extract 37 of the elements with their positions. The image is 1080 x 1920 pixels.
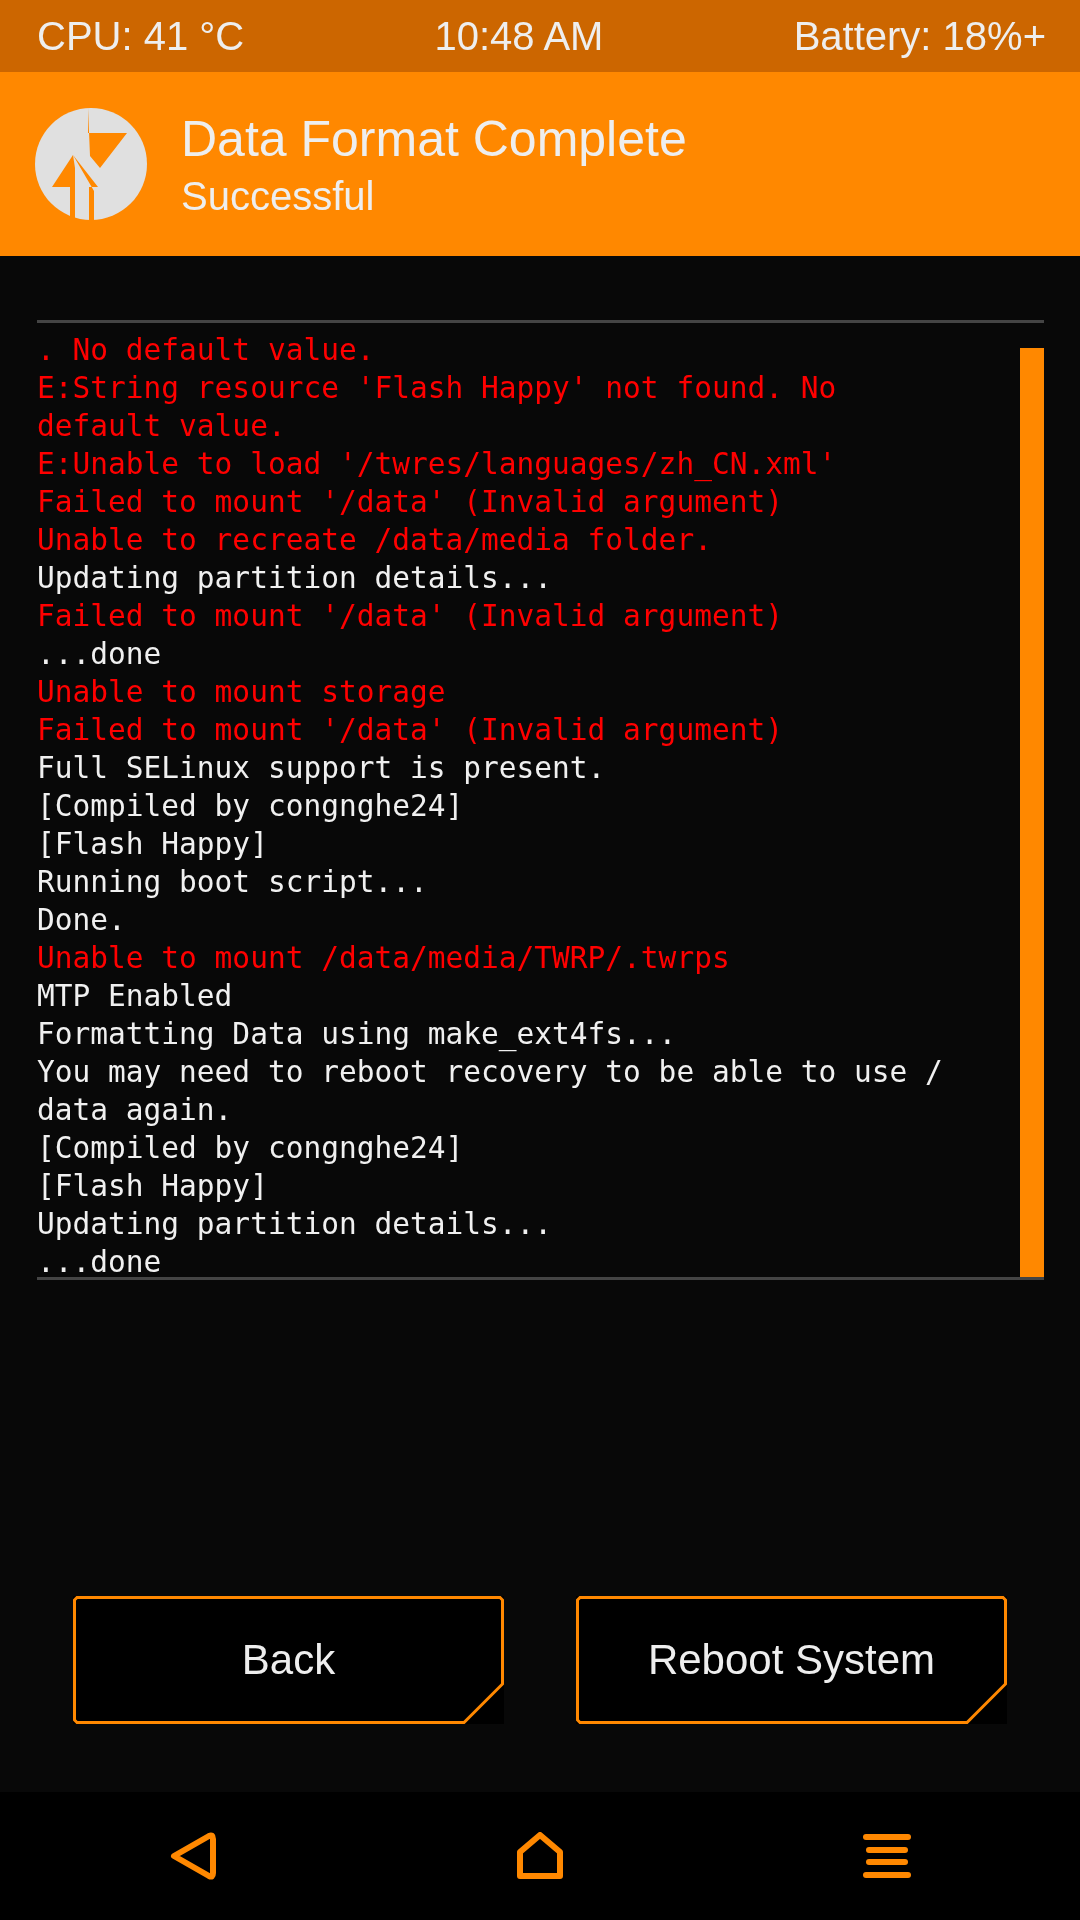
scrollbar[interactable] xyxy=(1020,348,1044,1277)
log-line: ...done xyxy=(37,636,162,673)
log-line: MTP Enabled xyxy=(37,978,233,1015)
log-line: E:String resource 'Flash Happy' not found. No xyxy=(37,370,837,407)
menu-icon[interactable] xyxy=(862,1833,911,1879)
log-line: Updating partition details... xyxy=(37,560,553,597)
log-line: [Flash Happy] xyxy=(37,1168,268,1205)
log-line: Unable to recreate /data/media folder. xyxy=(37,522,712,559)
log-line: Unable to mount /data/media/TWRP/.twrps xyxy=(37,940,730,977)
log-line: Full SELinux support is present. xyxy=(37,750,606,787)
log-line: default value. xyxy=(37,408,286,445)
log-line: Failed to mount '/data' (Invalid argument) xyxy=(37,598,783,635)
header-title: Data Format Complete xyxy=(181,109,687,168)
log-line: data again. xyxy=(37,1092,233,1129)
log-line: E:Unable to load '/twres/languages/zh_CN.xml' xyxy=(37,446,837,483)
log-line: [Flash Happy] xyxy=(37,826,268,863)
header-subtitle: Successful xyxy=(181,173,376,219)
cpu-temperature: CPU: 41 °C xyxy=(37,13,245,59)
back-icon[interactable] xyxy=(169,1831,218,1881)
action-button[interactable]: Reboot System xyxy=(576,1596,1007,1724)
log-line: You may need to reboot recovery to be able to use / xyxy=(37,1054,943,1091)
log-line: [Compiled by congnghe24] xyxy=(37,1130,464,1167)
log-line: Running boot script... xyxy=(37,864,428,901)
log-line: . No default value. xyxy=(37,332,375,369)
home-icon[interactable] xyxy=(516,1832,564,1880)
logo-icon xyxy=(35,108,147,220)
log-line: Failed to mount '/data' (Invalid argument) xyxy=(37,712,783,749)
log-line: Updating partition details... xyxy=(37,1206,553,1243)
log-line: Failed to mount '/data' (Invalid argument) xyxy=(37,484,783,521)
battery-level: Battery: 18%+ xyxy=(793,13,1046,59)
log-line: Formatting Data using make_ext4fs... xyxy=(37,1016,677,1053)
log-line: [Compiled by congnghe24] xyxy=(37,788,464,825)
clock: 10:48 AM xyxy=(434,13,604,59)
log-line: Unable to mount storage xyxy=(37,674,446,711)
log-line: ...done xyxy=(37,1244,162,1277)
action-button[interactable]: Back xyxy=(73,1596,504,1724)
log-line: Done. xyxy=(37,902,126,939)
